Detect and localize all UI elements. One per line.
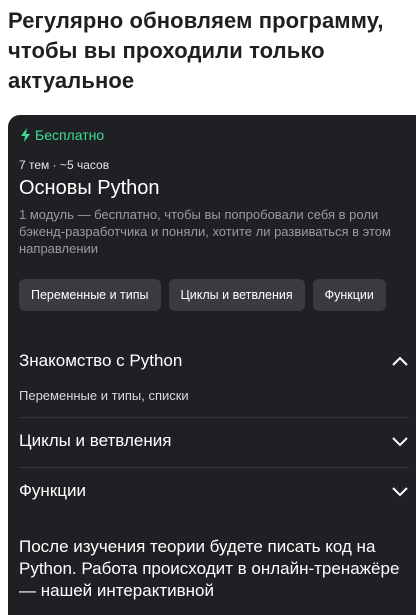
tag-variables[interactable]: Переменные и типы (19, 279, 161, 311)
free-badge: Бесплатно (20, 127, 104, 143)
lightning-icon (21, 128, 30, 142)
accordion-loops-title: Циклы и ветвления (19, 431, 172, 450)
section-heading: Регулярно обновляем программу, чтобы вы … (8, 8, 384, 93)
chevron-down-icon[interactable] (391, 435, 409, 447)
topic-tags: Переменные и типы Циклы и ветвления Функ… (19, 279, 386, 311)
accordion-loops-header[interactable]: Циклы и ветвления (19, 431, 409, 451)
accordion-functions-title: Функции (19, 481, 86, 500)
accordion-intro-title: Знакомство с Python (19, 351, 183, 370)
tag-functions[interactable]: Функции (312, 279, 386, 311)
course-description: 1 модуль — бесплатно, чтобы вы попробова… (19, 207, 391, 256)
chevron-down-icon[interactable] (391, 485, 409, 497)
accordion-functions-header[interactable]: Функции (19, 481, 409, 501)
course-title: Основы Python (19, 177, 160, 199)
accordion-intro-header[interactable]: Знакомство с Python (19, 351, 409, 371)
course-meta: 7 тем · ~5 часов (19, 158, 110, 172)
free-badge-label: Бесплатно (35, 127, 105, 143)
divider (19, 467, 409, 468)
tag-loops[interactable]: Циклы и ветвления (168, 279, 305, 311)
divider (19, 417, 409, 418)
chevron-up-icon[interactable] (391, 355, 409, 367)
course-practice-text: После изучения теории будете писать код … (19, 537, 400, 600)
course-card: Бесплатно 7 тем · ~5 часов Основы Python… (8, 115, 416, 615)
accordion-intro-content: Переменные и типы, списки (19, 388, 189, 403)
